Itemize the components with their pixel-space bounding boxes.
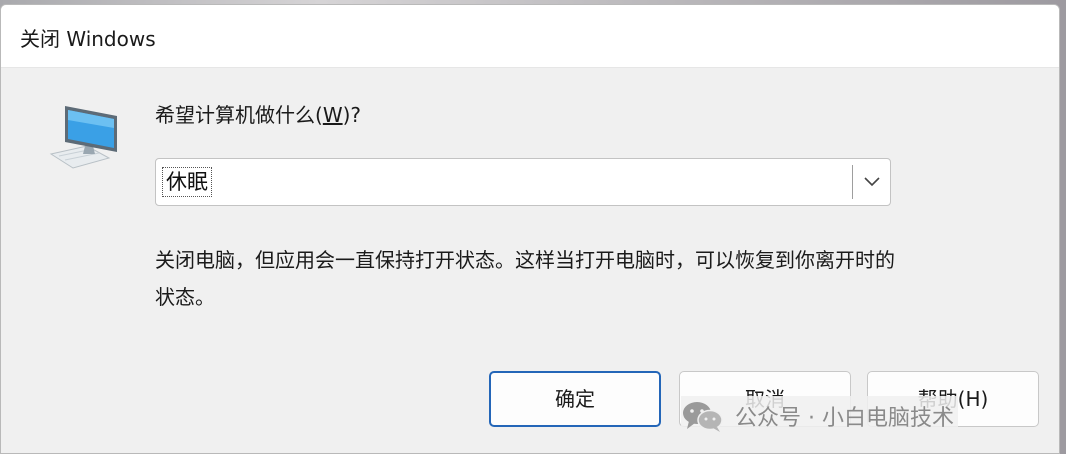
prompt-label: 希望计算机做什么(W)? [155,103,362,127]
action-description: 关闭电脑，但应用会一直保持打开状态。这样当打开电脑时，可以恢复到你离开时的状态。 [155,248,895,309]
ok-button[interactable]: 确定 [489,371,661,427]
watermark-text: 公众号 · 小白电脑技术 [735,406,954,431]
chevron-down-icon[interactable] [861,170,883,192]
selected-action-value: 休眠 [162,167,212,197]
shutdown-action-select[interactable]: 休眠 [155,158,891,206]
shutdown-dialog: 关闭 Windows 希望计算机做什么(W)? 休眠 关闭电脑，但应用会一直保持… [0,4,1060,454]
title-bar[interactable]: 关闭 Windows [1,5,1059,68]
computer-monitor-icon [49,106,117,169]
window-title: 关闭 Windows [20,27,156,51]
wechat-icon [683,402,723,432]
prompt-accelerator: W [322,103,343,127]
watermark: 公众号 · 小白电脑技术 [681,396,958,436]
select-divider [852,165,853,199]
